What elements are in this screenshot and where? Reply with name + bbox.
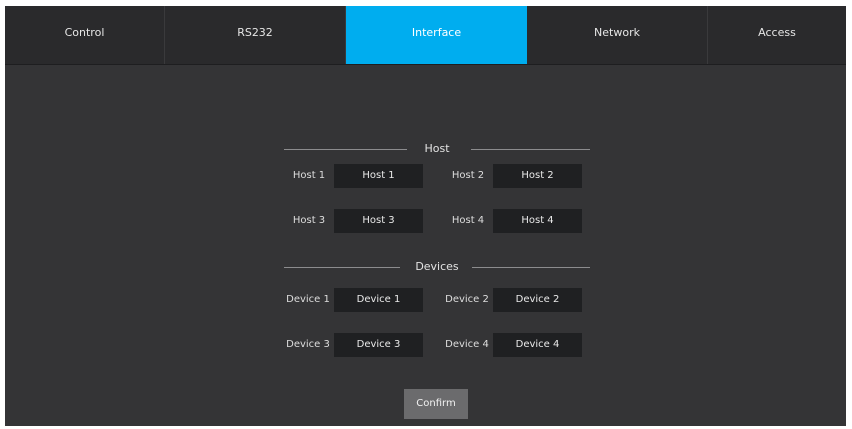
device-2-field[interactable]: Device 2 bbox=[493, 288, 582, 312]
device-2-label: Device 2 bbox=[445, 294, 489, 305]
host-3-label: Host 3 bbox=[292, 215, 326, 226]
tab-network[interactable]: Network bbox=[527, 6, 708, 64]
host-2-label: Host 2 bbox=[451, 170, 485, 181]
host-4-field[interactable]: Host 4 bbox=[493, 209, 582, 233]
device-4-label: Device 4 bbox=[445, 339, 489, 350]
device-3-field[interactable]: Device 3 bbox=[334, 333, 423, 357]
device-1-field[interactable]: Device 1 bbox=[334, 288, 423, 312]
host-1-field[interactable]: Host 1 bbox=[334, 164, 423, 188]
device-1-label: Device 1 bbox=[286, 294, 330, 305]
tab-control[interactable]: Control bbox=[5, 6, 165, 64]
host-3-field[interactable]: Host 3 bbox=[334, 209, 423, 233]
devices-section-header: Devices bbox=[284, 258, 590, 278]
host-section-header: Host bbox=[284, 140, 590, 160]
host-1-label: Host 1 bbox=[292, 170, 326, 181]
confirm-button[interactable]: Confirm bbox=[404, 389, 468, 419]
device-3-label: Device 3 bbox=[286, 339, 330, 350]
device-4-field[interactable]: Device 4 bbox=[493, 333, 582, 357]
host-2-field[interactable]: Host 2 bbox=[493, 164, 582, 188]
tab-rs232[interactable]: RS232 bbox=[165, 6, 346, 64]
tab-interface[interactable]: Interface bbox=[346, 6, 527, 64]
host-4-label: Host 4 bbox=[451, 215, 485, 226]
tab-access[interactable]: Access bbox=[708, 6, 846, 64]
tab-bar: Control RS232 Interface Network Access bbox=[5, 6, 846, 65]
interface-page: Control RS232 Interface Network Access H… bbox=[5, 6, 846, 426]
devices-divider-right bbox=[472, 267, 590, 268]
host-divider-right bbox=[471, 149, 590, 150]
